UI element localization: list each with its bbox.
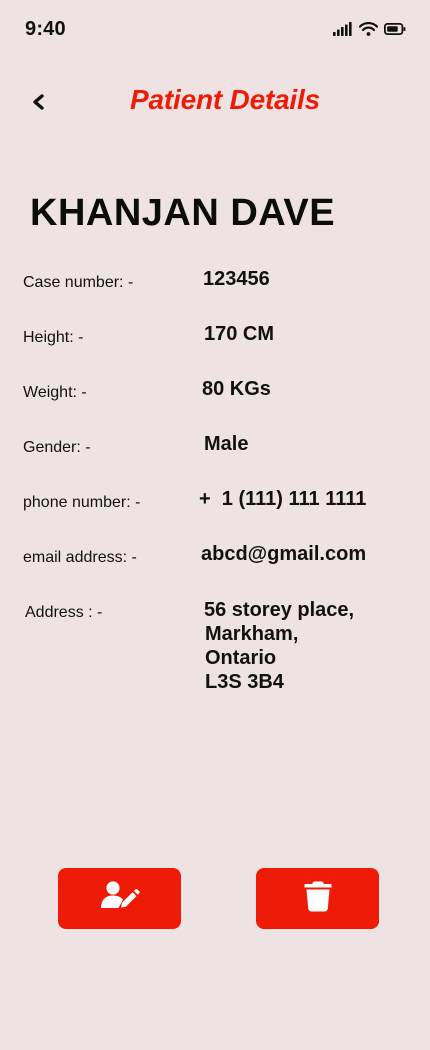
signal-icon: [333, 22, 353, 36]
phone-label: phone number: -: [23, 494, 141, 511]
gender-value: Male: [204, 433, 249, 455]
address-label: Address : -: [25, 604, 103, 621]
height-value: 170 CM: [204, 323, 275, 345]
status-icons: [333, 22, 406, 36]
address-value: 56 storey place, Markham, Ontario L3S 3B…: [204, 598, 354, 694]
address-line: Ontario: [205, 647, 277, 669]
address-line: Markham,: [205, 623, 299, 645]
patient-details-screen: 9:40 Patient Details KHANJAN DAVE Case n…: [0, 0, 430, 1050]
status-time: 9:40: [25, 18, 66, 40]
wifi-icon: [359, 22, 378, 36]
case-number-value: 123456: [203, 268, 270, 290]
weight-label: Weight: -: [23, 384, 87, 401]
phone-value: + 1 (111) 111 1111: [199, 488, 367, 510]
battery-icon: [384, 23, 406, 35]
trash-icon: [303, 880, 333, 917]
email-value: abcd@gmail.com: [201, 543, 367, 565]
edit-patient-button[interactable]: [58, 868, 181, 929]
patient-name: KHANJAN DAVE: [30, 192, 336, 234]
user-edit-icon: [100, 880, 140, 917]
gender-label: Gender: -: [23, 439, 91, 456]
delete-patient-button[interactable]: [256, 868, 379, 929]
address-line: 56 storey place,: [204, 599, 355, 621]
case-number-label: Case number: -: [23, 274, 134, 291]
email-label: email address: -: [23, 549, 137, 566]
page-title: Patient Details: [130, 84, 320, 115]
weight-value: 80 KGs: [202, 378, 271, 400]
height-label: Height: -: [23, 329, 84, 346]
address-line: L3S 3B4: [205, 671, 284, 693]
